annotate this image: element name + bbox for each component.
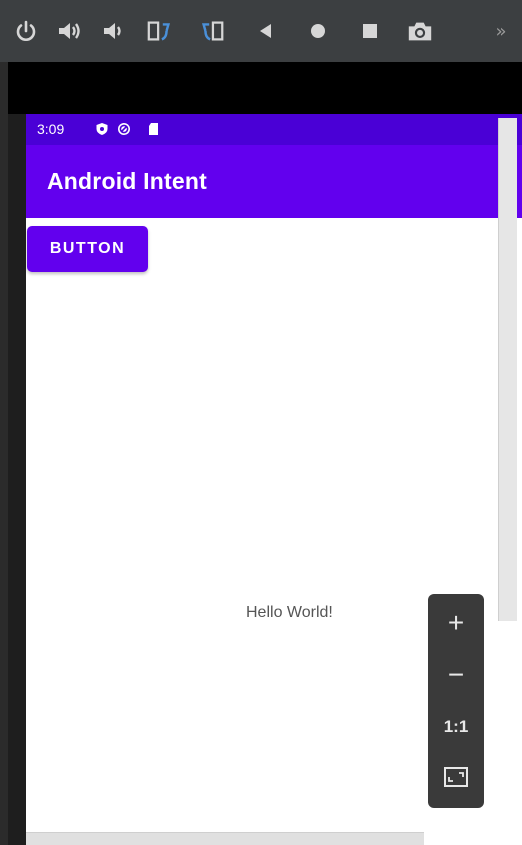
more-button[interactable]: » (486, 16, 516, 46)
rotate-right-button[interactable] (198, 16, 226, 46)
fit-screen-button[interactable] (428, 752, 484, 802)
sync-icon (118, 123, 130, 135)
rotate-left-button[interactable] (146, 16, 174, 46)
device-bezel-top (8, 62, 522, 114)
zoom-out-button[interactable]: − (428, 650, 484, 700)
power-icon (16, 20, 36, 41)
minus-icon: − (447, 659, 465, 690)
zoom-controls: + − 1:1 (428, 594, 484, 808)
vertical-scrollbar[interactable] (498, 118, 517, 621)
app-title: Android Intent (47, 168, 207, 194)
screenshot-button[interactable] (406, 16, 434, 46)
power-button[interactable] (12, 16, 40, 46)
shield-icon (96, 123, 108, 135)
back-button[interactable] (252, 16, 280, 46)
sd-card-icon (149, 123, 158, 135)
overview-button[interactable] (356, 16, 384, 46)
app-bar: Android Intent (26, 145, 522, 218)
overview-square-icon (363, 24, 377, 38)
volume-down-icon (104, 23, 121, 39)
device-bezel-left (8, 62, 26, 845)
zoom-in-button[interactable]: + (428, 598, 484, 648)
emulator-toolbar: » (0, 0, 522, 62)
volume-down-button[interactable] (100, 16, 128, 46)
actual-size-button[interactable]: 1:1 (428, 702, 484, 752)
actual-size-label: 1:1 (443, 717, 469, 736)
home-circle-icon (311, 24, 325, 38)
horizontal-scrollbar[interactable] (26, 832, 424, 845)
volume-up-button[interactable] (56, 16, 84, 46)
status-time: 3:09 (37, 121, 65, 137)
emulator-window: » 3:09 Android Intent BUTTON Hello World… (0, 0, 522, 845)
rotate-right-icon (201, 21, 224, 41)
status-bar: 3:09 (26, 114, 522, 145)
hello-text: Hello World! (246, 604, 333, 621)
window-edge (0, 62, 8, 845)
rotate-left-icon (147, 21, 171, 41)
plus-icon: + (447, 607, 465, 638)
volume-up-icon (59, 23, 80, 39)
chevron-double-right-icon: » (495, 20, 507, 42)
home-button[interactable] (304, 16, 332, 46)
camera-icon (408, 22, 432, 41)
main-button[interactable]: BUTTON (27, 226, 148, 272)
fit-screen-icon (444, 767, 468, 787)
back-triangle-icon (260, 24, 271, 38)
